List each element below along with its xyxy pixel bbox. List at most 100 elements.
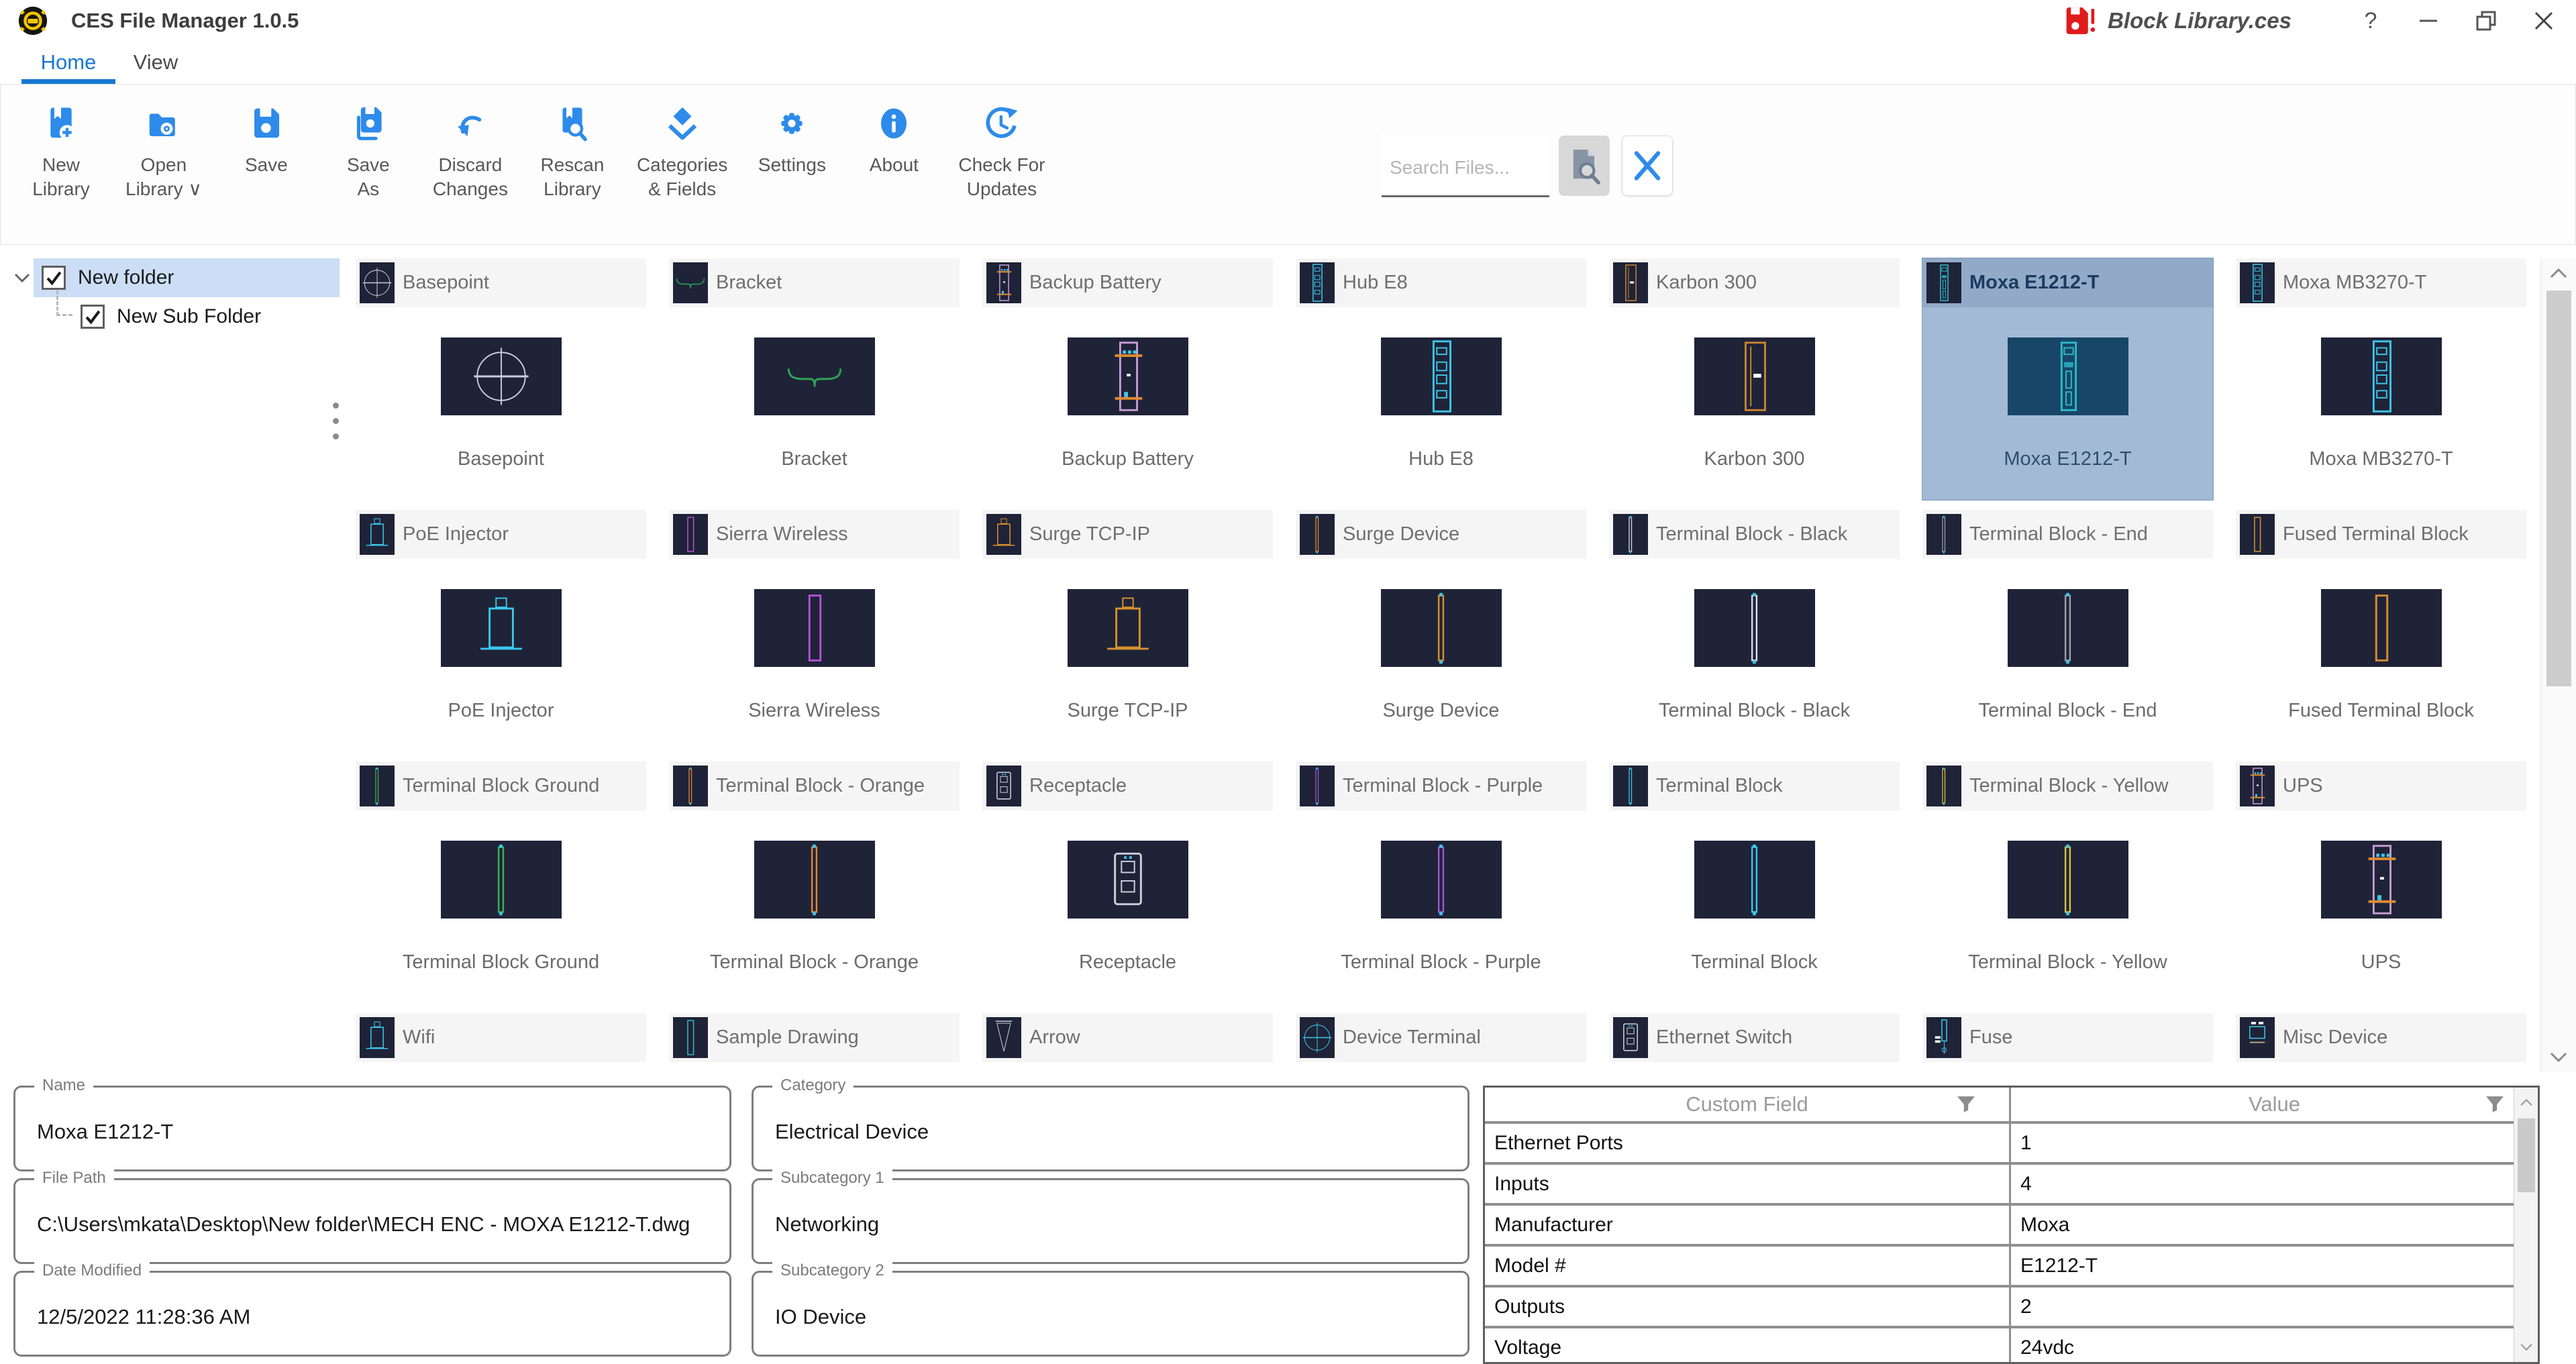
custom-field-cell[interactable]: Inputs bbox=[1485, 1165, 2011, 1203]
scroll-up-icon[interactable] bbox=[2541, 260, 2576, 286]
ribbon-button-open-library[interactable]: Open Library ∨ bbox=[112, 105, 215, 201]
field-name[interactable]: NameMoxa E1212-T bbox=[13, 1086, 731, 1171]
ribbon-button-new-library[interactable]: New Library bbox=[10, 105, 112, 201]
block-tile-hub-e8[interactable]: Hub E8Hub E8 bbox=[1296, 258, 1586, 500]
field-category[interactable]: CategoryElectrical Device bbox=[752, 1086, 1470, 1171]
cad-preview-drawing bbox=[1068, 841, 1188, 919]
block-tile-terminal-block[interactable]: Terminal BlockTerminal Block bbox=[1609, 762, 1900, 1003]
block-tile-terminal-block-end[interactable]: Terminal Block - EndTerminal Block - End bbox=[1922, 510, 2213, 751]
cad-preview-drawing bbox=[441, 841, 562, 919]
tree-checkbox[interactable] bbox=[81, 305, 105, 329]
grid-scrollbar[interactable] bbox=[2540, 258, 2576, 1072]
block-tile-moxa-e1212-t[interactable]: Moxa E1212-TMoxa E1212-T bbox=[1922, 258, 2213, 500]
cad-preview-drawing bbox=[1613, 1017, 1648, 1058]
value-cell[interactable]: 4 bbox=[2011, 1165, 2538, 1203]
panel-splitter-handle[interactable] bbox=[330, 403, 341, 439]
custom-field-cell[interactable]: Ethernet Ports bbox=[1485, 1124, 2011, 1162]
block-tile-receptacle[interactable]: ReceptacleReceptacle bbox=[982, 762, 1273, 1003]
table-row[interactable]: Inputs4 bbox=[1485, 1165, 2538, 1206]
ribbon-button-save[interactable]: Save bbox=[215, 105, 317, 177]
tile-thumbnail bbox=[1300, 514, 1335, 555]
ribbon-button-label: Discard Changes bbox=[433, 153, 508, 201]
value-cell[interactable]: Moxa bbox=[2011, 1206, 2538, 1244]
table-scrollbar[interactable] bbox=[2514, 1088, 2538, 1362]
tile-header: Terminal Block - Purple bbox=[1296, 762, 1586, 810]
block-tile-sample-drawing[interactable]: Sample DrawingSample Drawing bbox=[669, 1013, 960, 1073]
tab-home[interactable]: Home bbox=[21, 44, 115, 84]
value-cell[interactable]: E1212-T bbox=[2011, 1247, 2538, 1285]
scroll-down-icon[interactable] bbox=[2541, 1044, 2576, 1071]
cad-preview-drawing bbox=[360, 514, 395, 555]
tree-item-new-sub-folder[interactable]: New Sub Folder bbox=[0, 297, 341, 336]
tile-thumbnail bbox=[673, 1017, 708, 1058]
column-header-value[interactable]: Value bbox=[2011, 1088, 2538, 1121]
block-tile-misc-device[interactable]: Misc DeviceMisc Device bbox=[2236, 1013, 2526, 1073]
filter-icon[interactable] bbox=[1957, 1096, 1975, 1113]
block-tile-ethernet-switch[interactable]: Ethernet SwitchEthernet Switch bbox=[1609, 1013, 1900, 1073]
column-header-custom-field[interactable]: Custom Field bbox=[1485, 1088, 2011, 1121]
custom-field-cell[interactable]: Model # bbox=[1485, 1247, 2011, 1285]
ribbon-buttons: New LibraryOpen Library ∨SaveSave As Disc… bbox=[10, 105, 1059, 201]
block-tile-poe-injector[interactable]: PoE InjectorPoE Injector bbox=[356, 510, 646, 751]
ribbon-button-rescan-library[interactable]: Rescan Library bbox=[521, 105, 623, 201]
scrollbar-thumb[interactable] bbox=[2518, 1118, 2535, 1192]
search-input[interactable] bbox=[1382, 133, 1549, 197]
tree-checkbox[interactable] bbox=[42, 266, 66, 290]
block-tile-moxa-mb3270-t[interactable]: Moxa MB3270-TMoxa MB3270-T bbox=[2236, 258, 2526, 500]
ribbon-button-categories-fields[interactable]: Categories & Fields bbox=[623, 105, 741, 201]
block-tile-bracket[interactable]: BracketBracket bbox=[669, 258, 960, 500]
block-tile-karbon-300[interactable]: Karbon 300Karbon 300 bbox=[1609, 258, 1900, 500]
tile-preview bbox=[1068, 337, 1188, 415]
custom-field-cell[interactable]: Voltage bbox=[1485, 1328, 2011, 1364]
field-date-modified[interactable]: Date Modified12/5/2022 11:28:36 AM bbox=[13, 1271, 731, 1357]
table-row[interactable]: Outputs2 bbox=[1485, 1288, 2538, 1328]
tree-item-new-folder[interactable]: New folder bbox=[0, 258, 341, 297]
minimize-button[interactable] bbox=[2410, 5, 2447, 36]
block-tile-surge-device[interactable]: Surge DeviceSurge Device bbox=[1296, 510, 1586, 751]
custom-field-cell[interactable]: Outputs bbox=[1485, 1288, 2011, 1326]
table-row[interactable]: Voltage24vdc bbox=[1485, 1328, 2538, 1364]
ribbon-button-check-updates[interactable]: Check For Updates bbox=[945, 105, 1058, 201]
block-tile-arrow[interactable]: ArrowArrow bbox=[982, 1013, 1273, 1073]
value-cell[interactable]: 1 bbox=[2011, 1124, 2538, 1162]
block-tile-device-terminal[interactable]: Device TerminalDevice Terminal bbox=[1296, 1013, 1586, 1073]
block-tile-fuse[interactable]: FuseFuse bbox=[1922, 1013, 2213, 1073]
restore-button[interactable] bbox=[2467, 5, 2505, 36]
scroll-up-icon[interactable] bbox=[2514, 1089, 2538, 1116]
value-cell[interactable]: 2 bbox=[2011, 1288, 2538, 1326]
field-subcategory-2[interactable]: Subcategory 2IO Device bbox=[752, 1271, 1470, 1357]
value-cell[interactable]: 24vdc bbox=[2011, 1328, 2538, 1364]
tab-view[interactable]: View bbox=[115, 44, 196, 84]
table-row[interactable]: ManufacturerMoxa bbox=[1485, 1206, 2538, 1247]
block-tile-terminal-block-black[interactable]: Terminal Block - BlackTerminal Block - B… bbox=[1609, 510, 1900, 751]
help-button[interactable]: ? bbox=[2352, 5, 2389, 36]
ribbon-button-about[interactable]: About bbox=[843, 105, 945, 177]
ribbon-button-save-as[interactable]: Save As bbox=[317, 105, 419, 201]
ribbon-button-settings[interactable]: Settings bbox=[741, 105, 843, 177]
block-tile-backup-battery[interactable]: Backup BatteryBackup Battery bbox=[982, 258, 1273, 500]
block-tile-basepoint[interactable]: BasepointBasepoint bbox=[356, 258, 646, 500]
block-tile-surge-tcp-ip[interactable]: Surge TCP-IPSurge TCP-IP bbox=[982, 510, 1273, 751]
filter-icon[interactable] bbox=[2485, 1096, 2504, 1113]
block-tile-terminal-block-ground[interactable]: Terminal Block GroundTerminal Block Grou… bbox=[356, 762, 646, 1003]
tree-expander-icon[interactable] bbox=[11, 266, 34, 289]
block-tile-sierra-wireless[interactable]: Sierra WirelessSierra Wireless bbox=[669, 510, 960, 751]
block-tile-ups[interactable]: UPSUPS bbox=[2236, 762, 2526, 1003]
ribbon-button-discard-changes[interactable]: Discard Changes bbox=[419, 105, 521, 201]
clear-search-button[interactable] bbox=[1622, 136, 1673, 196]
block-tile-terminal-block-orange[interactable]: Terminal Block - OrangeTerminal Block - … bbox=[669, 762, 960, 1003]
table-row[interactable]: Model #E1212-T bbox=[1485, 1247, 2538, 1288]
field-file-path[interactable]: File PathC:\Users\mkata\Desktop\New fold… bbox=[13, 1178, 731, 1264]
custom-field-cell[interactable]: Manufacturer bbox=[1485, 1206, 2011, 1244]
table-row[interactable]: Ethernet Ports1 bbox=[1485, 1124, 2538, 1165]
block-tile-terminal-block-yellow[interactable]: Terminal Block - YellowTerminal Block - … bbox=[1922, 762, 2213, 1003]
scrollbar-thumb[interactable] bbox=[2546, 291, 2571, 686]
scroll-down-icon[interactable] bbox=[2514, 1334, 2538, 1361]
block-tile-terminal-block-purple[interactable]: Terminal Block - PurpleTerminal Block - … bbox=[1296, 762, 1586, 1003]
block-tile-wifi[interactable]: WifiWifi bbox=[356, 1013, 646, 1073]
search-files-button[interactable] bbox=[1559, 136, 1610, 196]
block-tile-fused-terminal-block[interactable]: Fused Terminal BlockFused Terminal Block bbox=[2236, 510, 2526, 751]
field-subcategory-1[interactable]: Subcategory 1Networking bbox=[752, 1178, 1470, 1264]
close-button[interactable] bbox=[2525, 5, 2563, 36]
cad-preview-drawing bbox=[1613, 262, 1648, 303]
